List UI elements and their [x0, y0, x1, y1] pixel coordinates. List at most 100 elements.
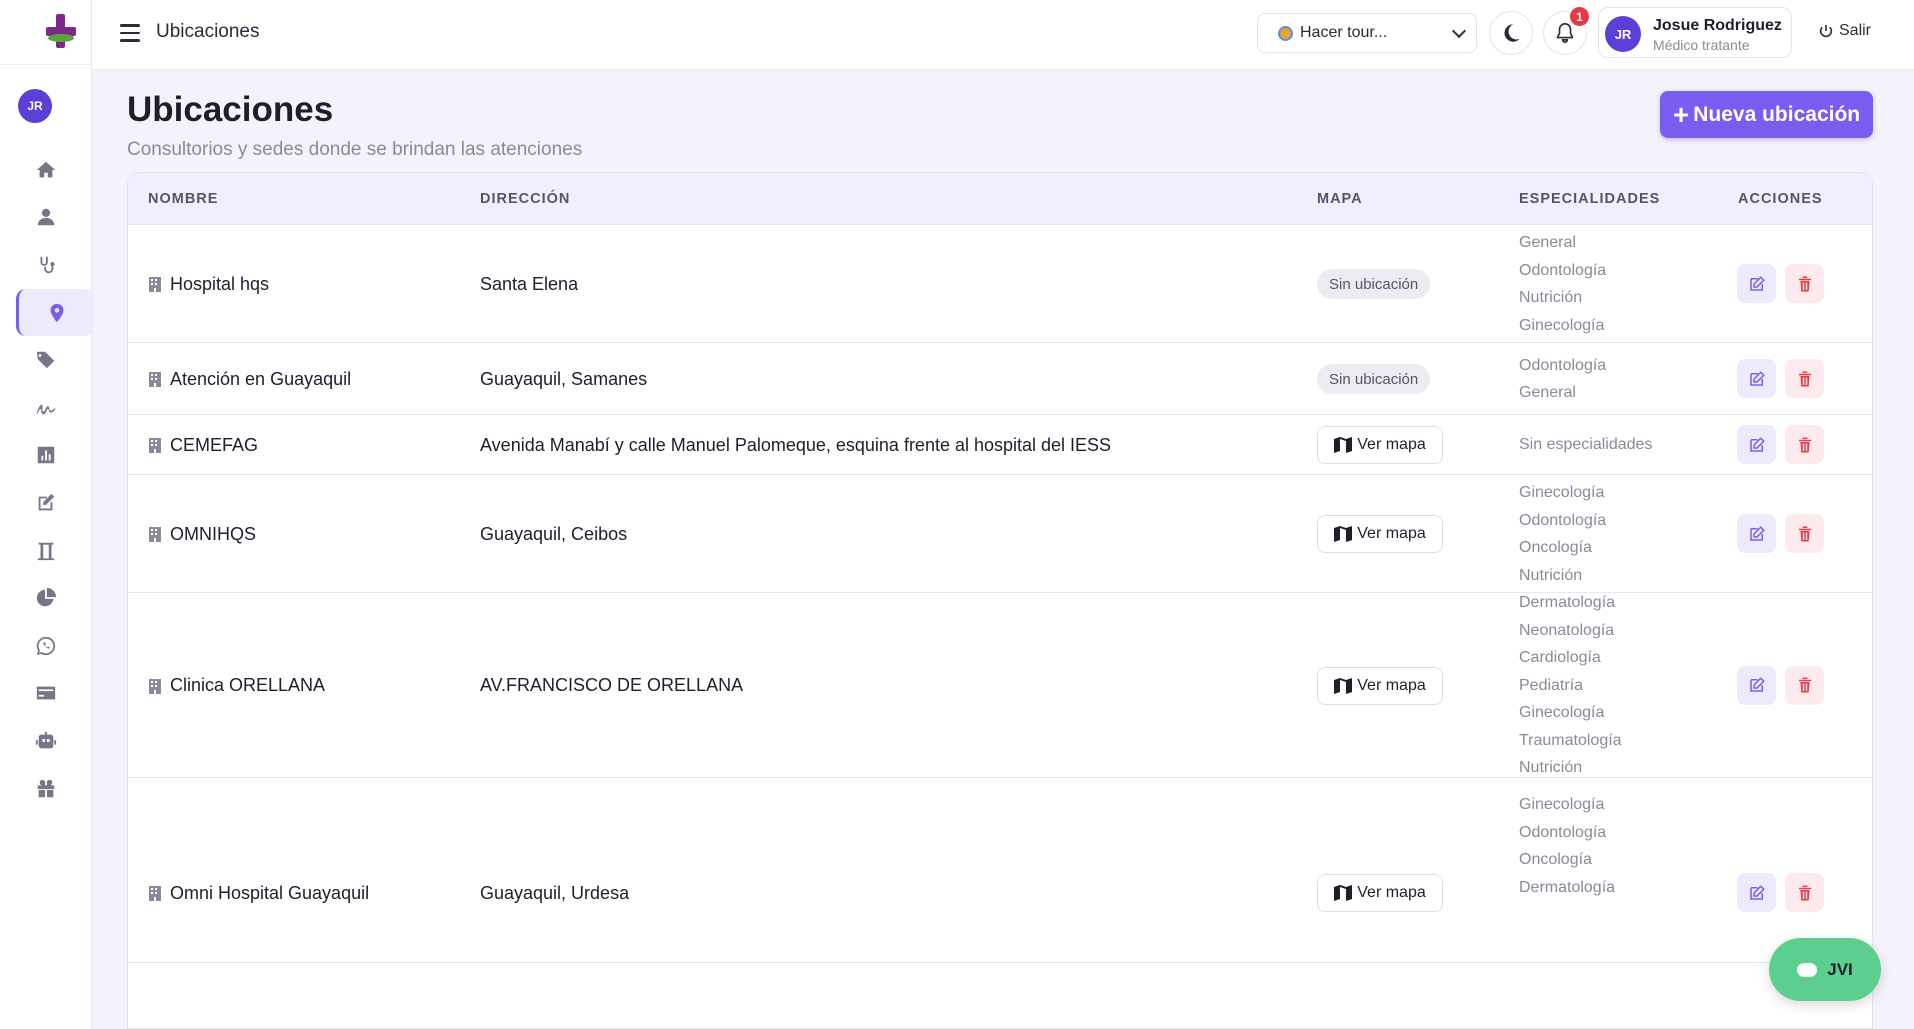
chevron-down-icon [1451, 23, 1467, 39]
table-row: Omni Hospital Guayaquil Guayaquil, Urdesa… [128, 778, 1872, 963]
view-map-button[interactable]: Ver mapa [1317, 666, 1443, 705]
sidebar-item-tags[interactable] [0, 336, 92, 384]
edit-icon [1749, 436, 1765, 452]
sidebar-nav [8, 146, 94, 812]
sidebar: JR [0, 0, 94, 1029]
edit-button[interactable] [1737, 873, 1776, 912]
delete-button[interactable] [1785, 425, 1824, 464]
tour-select[interactable]: Hacer tour... [1257, 13, 1477, 53]
topbar-title: Ubicaciones [156, 21, 260, 42]
delete-button[interactable] [1785, 665, 1824, 705]
map-cell: Ver mapa [1317, 666, 1443, 706]
sidebar-item-user[interactable] [0, 194, 92, 242]
trash-icon [1798, 526, 1811, 541]
view-map-button[interactable]: Ver mapa [1317, 515, 1443, 553]
location-address: AV.FRANCISCO DE ORELLANA [480, 675, 744, 695]
new-location-label: Nueva ubicación [1693, 102, 1861, 126]
building-icon-wrap [148, 678, 162, 694]
locations-table: NOMBRE DIRECCIÓN MAPA ESPECIALIDADES ACC… [127, 172, 1873, 1029]
user-menu[interactable]: JR Josue Rodriguez Médico tratante [1598, 7, 1792, 58]
sidebar-item-home[interactable] [0, 146, 92, 194]
edit-button[interactable] [1737, 264, 1776, 303]
building-icon [149, 277, 161, 292]
map-cell: Sin ubicación [1317, 264, 1431, 304]
page-subtitle: Consultorios y sedes donde se brindan la… [127, 139, 583, 160]
view-map-button[interactable]: Ver mapa [1317, 874, 1443, 912]
sidebar-item-chart-bar[interactable] [0, 432, 92, 480]
sidebar-item-map-pin[interactable] [16, 288, 94, 337]
edit-button[interactable] [1737, 665, 1776, 705]
bell-icon [1556, 23, 1574, 43]
chart-bar-icon [37, 447, 55, 464]
location-name: Atención en Guayaquil [148, 367, 351, 391]
specialty-item: Odontología [1519, 261, 1607, 279]
sidebar-item-credit-card[interactable] [0, 670, 92, 718]
sidebar-item-edit[interactable] [0, 479, 92, 527]
sidebar-item-signature[interactable] [0, 384, 92, 432]
user-role: Médico tratante [1653, 37, 1750, 53]
map-icon [1334, 885, 1353, 901]
location-name-text: CEMEFAG [170, 434, 259, 455]
building-icon [149, 527, 161, 542]
table-row: Hospital hqs Santa Elena Sin ubicación Gene… [128, 225, 1872, 343]
dark-mode-toggle[interactable] [1489, 11, 1533, 55]
delete-button[interactable] [1785, 514, 1824, 553]
building-icon-wrap [148, 371, 162, 387]
app-logo[interactable] [44, 14, 78, 48]
flask-icon [37, 542, 55, 560]
edit-button[interactable] [1737, 514, 1776, 553]
chat-assistant-button[interactable]: JVI [1769, 938, 1881, 1001]
sidebar-item-flask[interactable] [0, 527, 92, 575]
delete-button[interactable] [1785, 359, 1824, 398]
view-map-label: Ver mapa [1357, 525, 1426, 542]
signature-icon [36, 404, 56, 415]
edit-icon [1749, 677, 1765, 692]
specialties-list: Odontología General [1519, 352, 1606, 407]
building-icon-wrap [148, 526, 162, 542]
specialty-item: General [1519, 234, 1576, 251]
tour-select-label: Hacer tour... [1300, 24, 1388, 41]
table-header: NOMBRE DIRECCIÓN MAPA ESPECIALIDADES ACC… [128, 173, 1872, 225]
building-icon-wrap [148, 276, 162, 292]
view-map-label: Ver mapa [1357, 884, 1426, 901]
sidebar-avatar[interactable]: JR [18, 89, 52, 123]
specialty-item: Ginecología [1519, 704, 1605, 722]
edit-icon [1749, 275, 1765, 291]
map-cell: Sin ubicación [1317, 359, 1431, 399]
sidebar-item-robot[interactable] [0, 717, 92, 765]
building-icon [149, 372, 161, 387]
power-icon [1819, 25, 1833, 38]
specialties-list: Sin especialidades [1519, 431, 1652, 459]
edit-icon [1749, 884, 1765, 900]
hamburger-menu-icon[interactable] [120, 24, 140, 42]
delete-button[interactable] [1785, 873, 1824, 912]
specialty-item: Odontología [1519, 511, 1607, 529]
whatsapp-icon [36, 636, 56, 655]
delete-button[interactable] [1785, 264, 1824, 303]
sidebar-item-pie-chart[interactable] [0, 574, 92, 622]
map-cell: Ver mapa [1317, 514, 1443, 554]
row-actions [1737, 359, 1824, 398]
sidebar-item-gift[interactable] [0, 765, 92, 813]
stethoscope-icon [40, 256, 55, 274]
sidebar-item-whatsapp[interactable] [0, 622, 92, 670]
location-name-text: Clinica ORELLANA [170, 675, 326, 695]
header-actions: ACCIONES [1738, 191, 1823, 207]
map-icon [1334, 677, 1353, 694]
edit-button[interactable] [1737, 359, 1776, 398]
location-address: Guayaquil, Samanes [480, 368, 648, 389]
specialty-item: Ginecología [1519, 484, 1605, 501]
row-actions [1737, 665, 1824, 705]
logout-button[interactable]: Salir [1818, 22, 1871, 40]
row-actions [1737, 425, 1824, 464]
edit-icon [38, 493, 55, 511]
view-map-label: Ver mapa [1357, 676, 1426, 694]
edit-button[interactable] [1737, 425, 1776, 464]
view-map-button[interactable]: Ver mapa [1317, 426, 1443, 464]
specialties-list: General Odontología Nutrición Ginecología [1519, 229, 1606, 339]
location-address: Avenida Manabí y calle Manuel Palomeque,… [480, 434, 1112, 455]
table-row: OMNIHQS Guayaquil, Ceibos Ver mapa Ginecolo… [128, 475, 1872, 593]
new-location-button[interactable]: + Nueva ubicación [1660, 91, 1873, 138]
location-name-text: OMNIHQS [170, 523, 257, 544]
sidebar-item-stethoscope[interactable] [0, 241, 92, 289]
